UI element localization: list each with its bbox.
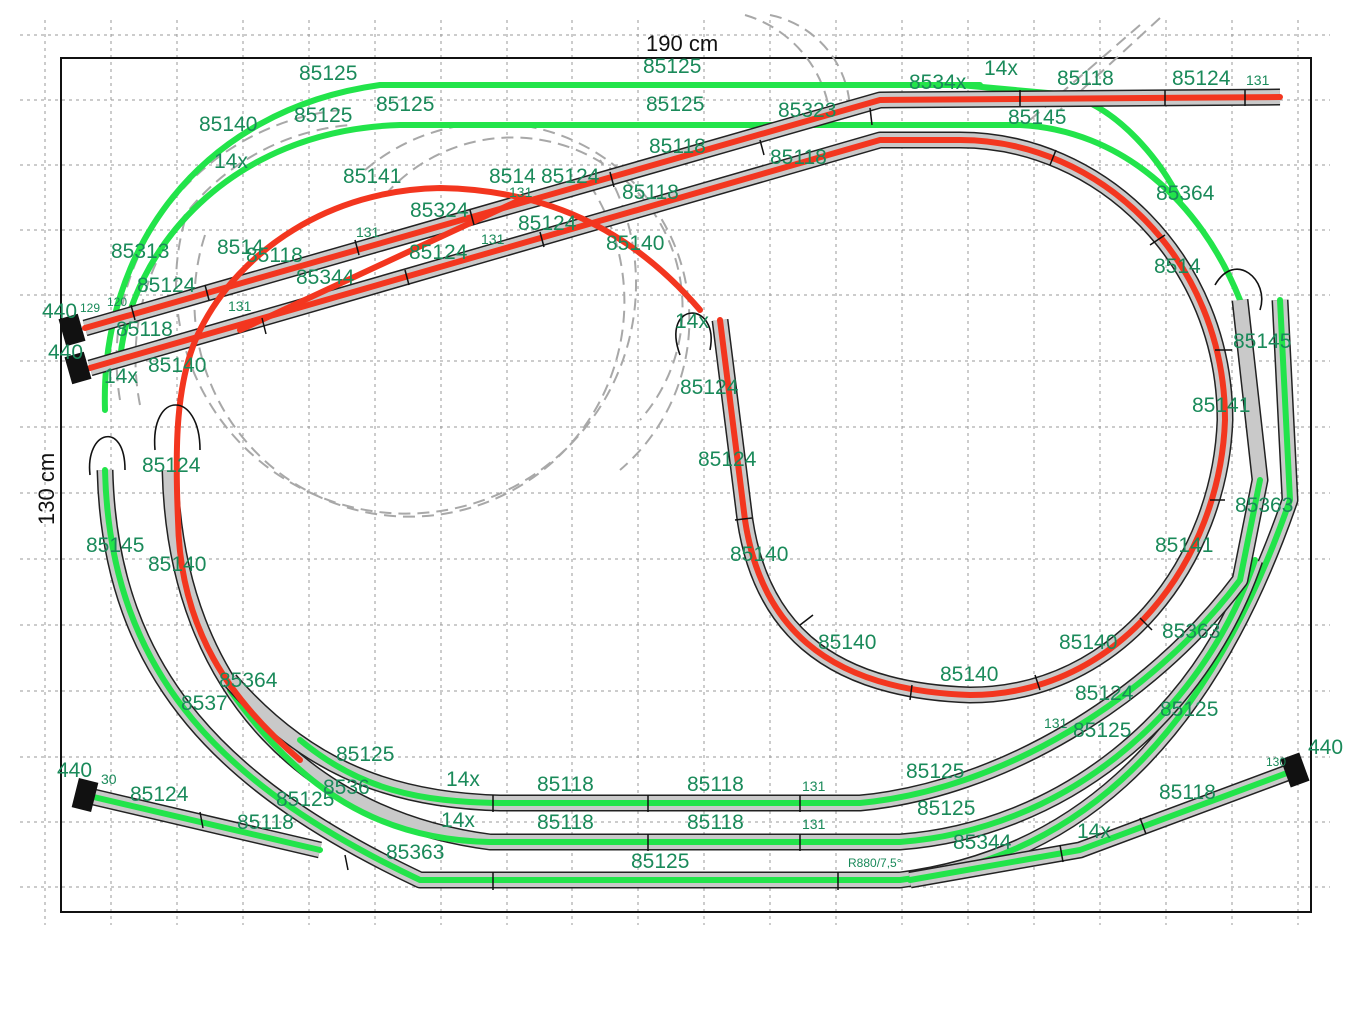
track-label: 131 xyxy=(509,184,533,200)
track-label: 129 xyxy=(80,301,100,315)
track-label: R880/7,5° xyxy=(848,856,902,870)
track-label: 85363 xyxy=(1162,620,1220,643)
track-label: 85125 xyxy=(917,797,975,820)
track-label: 14x xyxy=(675,310,709,333)
track-label: 85118 xyxy=(537,773,594,796)
track-label: 131 xyxy=(481,231,505,247)
track-label: 85364 xyxy=(219,669,278,692)
track-label: 14x xyxy=(104,365,138,388)
track-label: 85124 xyxy=(541,165,600,188)
track-label: 85140 xyxy=(148,553,206,576)
track-label: 85124 xyxy=(142,454,201,477)
track-label: 30 xyxy=(101,771,117,787)
track-label: 440 xyxy=(48,341,83,364)
track-label: 85140 xyxy=(940,663,998,686)
track-label: 440 xyxy=(57,759,92,782)
track-label: 120 xyxy=(107,295,127,309)
uncoupler-symbols xyxy=(88,268,1263,476)
track-label: 85313 xyxy=(111,240,169,263)
track-label: 85125 xyxy=(906,760,964,783)
height-dimension: 130 cm xyxy=(34,453,59,525)
track-label: 85344 xyxy=(953,831,1012,854)
track-label: 85124 xyxy=(518,212,577,235)
track-label: 85118 xyxy=(116,318,173,341)
track-label: 85125 xyxy=(631,850,689,873)
track-label: 85363 xyxy=(386,841,444,864)
track-label: 14x xyxy=(214,150,248,173)
track-label: 85323 xyxy=(778,99,836,122)
track-label: 85118 xyxy=(687,773,744,796)
track-label: 85125 xyxy=(643,55,701,78)
track-label: 85124 xyxy=(130,783,189,806)
track-label: 131 xyxy=(356,224,380,240)
track-label: 85118 xyxy=(687,811,744,834)
track-label: 85124 xyxy=(137,274,196,297)
red-inner-tracks xyxy=(82,88,1283,763)
track-label: 8536 xyxy=(323,776,370,799)
track-label: 85141 xyxy=(343,165,401,188)
track-label: 85124 xyxy=(1172,67,1231,90)
track-plan-diagram: 190 cm 130 cm 85125 85125 85140 85125 85… xyxy=(20,14,1343,925)
track-label: 85124 xyxy=(1075,682,1134,705)
track-label: 85363 xyxy=(1235,494,1293,517)
track-label: 130 xyxy=(1266,755,1286,769)
track-label: 85118 xyxy=(649,135,706,158)
track-label: 440 xyxy=(42,300,77,323)
track-label: 131 xyxy=(1044,715,1068,731)
track-label: 440 xyxy=(1308,736,1343,759)
track-label: 131 xyxy=(228,298,252,314)
track-label: 8514 xyxy=(1154,255,1201,278)
track-label: 85124 xyxy=(409,241,468,264)
track-label: 85140 xyxy=(606,232,664,255)
track-label: 85145 xyxy=(1233,330,1291,353)
track-label: 85145 xyxy=(1008,106,1066,129)
track-label: 85140 xyxy=(199,113,257,136)
track-label: 85125 xyxy=(336,743,394,766)
track-label: 85118 xyxy=(1057,67,1114,90)
track-label: 131 xyxy=(802,778,826,794)
track-label: 131 xyxy=(802,816,826,832)
track-label: 85125 xyxy=(294,104,352,127)
track-label: 85141 xyxy=(1155,534,1213,557)
track-label: 85140 xyxy=(148,354,206,377)
track-label: 14x xyxy=(446,768,480,791)
track-label: 85118 xyxy=(1159,781,1216,804)
track-label: 14x xyxy=(441,809,475,832)
track-label: 85140 xyxy=(730,543,788,566)
track-label: 85364 xyxy=(1156,182,1215,205)
track-label: 131 xyxy=(1246,72,1270,88)
width-dimension: 190 cm xyxy=(646,31,718,56)
track-label: 85118 xyxy=(770,146,827,169)
buffer-stop-icon xyxy=(71,778,99,812)
track-label: 85324 xyxy=(410,199,469,222)
track-label: 14x xyxy=(984,57,1018,80)
track-label: 85125 xyxy=(646,93,704,116)
track-label: 85125 xyxy=(299,62,357,85)
track-label: 85124 xyxy=(680,376,739,399)
track-label: 85118 xyxy=(237,811,294,834)
track-label: 85125 xyxy=(1073,719,1131,742)
track-label: 85145 xyxy=(86,534,144,557)
track-label: 85118 xyxy=(537,811,594,834)
track-label: 85140 xyxy=(818,631,876,654)
track-label: 14x xyxy=(1077,820,1111,843)
track-label: 85118 xyxy=(622,181,679,204)
track-label: 85344 xyxy=(296,266,355,289)
track-label: 85141 xyxy=(1192,394,1250,417)
track-label: 85124 xyxy=(698,448,757,471)
track-label: 85118 xyxy=(246,244,303,267)
track-label: 85125 xyxy=(1160,698,1218,721)
track-label: 8534x xyxy=(909,71,967,94)
track-label: 85140 xyxy=(1059,631,1117,654)
track-label: 8537 xyxy=(181,692,228,715)
track-label: 85125 xyxy=(376,93,434,116)
